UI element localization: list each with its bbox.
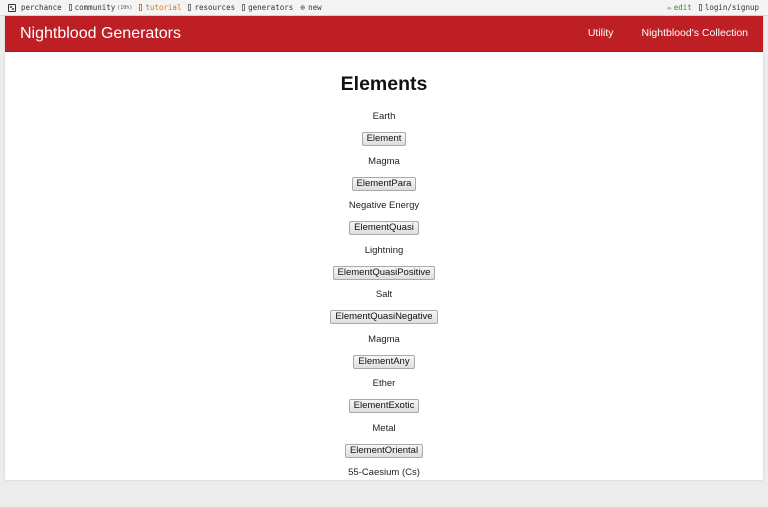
perchance-home-link[interactable]: perchance	[8, 3, 62, 12]
login-signup-link[interactable]: login/signup	[698, 3, 759, 12]
nav-links: Utility Nightblood's Collection	[560, 27, 748, 39]
result-value: Magma	[368, 333, 400, 345]
new-generator-link[interactable]: ⊕ new	[300, 3, 321, 12]
element-para-button[interactable]: ElementPara	[351, 176, 417, 191]
navbar: Nightblood Generators Utility Nightblood…	[5, 16, 763, 52]
element-row: Magma ElementPara	[5, 151, 763, 196]
book-icon	[139, 4, 143, 11]
element-any-button[interactable]: ElementAny	[353, 354, 415, 369]
brand-title[interactable]: Nightblood Generators	[20, 25, 181, 43]
result-value: Metal	[372, 422, 396, 434]
element-quasi-positive-button[interactable]: ElementQuasiPositive	[332, 265, 436, 280]
community-link[interactable]: community (10h)	[68, 3, 133, 12]
chat-icon	[68, 4, 72, 11]
plus-circle-icon: ⊕	[300, 2, 306, 12]
element-oriental-button[interactable]: ElementOriental	[344, 443, 424, 458]
element-row: Lightning ElementQuasiPositive	[5, 240, 763, 285]
element-row: Earth Element	[5, 106, 763, 151]
result-value: Salt	[375, 289, 393, 300]
result-value: Lightning	[364, 244, 404, 256]
element-button[interactable]: Element	[361, 132, 407, 146]
perchance-topbar: perchance community (10h) tutorial resou…	[0, 0, 768, 16]
element-row: Metal ElementOriental	[5, 418, 763, 463]
community-badge: (10h)	[117, 4, 133, 11]
element-exotic-button[interactable]: ElementExotic	[348, 399, 420, 413]
main-content: Elements Earth Element Magma ElementPara…	[5, 52, 763, 507]
element-row: Salt ElementQuasiNegative	[5, 284, 763, 329]
dice-icon	[8, 3, 16, 12]
edit-link[interactable]: ✏ edit	[667, 3, 692, 12]
element-quasi-negative-button[interactable]: ElementQuasiNegative	[330, 310, 438, 324]
element-row: 55-Caesium (Cs)	[5, 462, 763, 507]
tutorial-link[interactable]: tutorial	[139, 3, 181, 12]
resources-link[interactable]: resources	[188, 3, 235, 12]
pencil-icon: ✏	[667, 3, 672, 12]
page-card: Nightblood Generators Utility Nightblood…	[5, 16, 763, 480]
result-value: Ether	[372, 378, 396, 389]
element-quasi-button[interactable]: ElementQuasi	[349, 221, 419, 235]
generators-link[interactable]: generators	[242, 3, 293, 12]
user-icon	[698, 4, 702, 11]
result-value: Negative Energy	[348, 200, 420, 211]
folder-icon	[188, 4, 192, 11]
element-row: Negative Energy ElementQuasi	[5, 195, 763, 240]
element-row: Ether ElementExotic	[5, 373, 763, 418]
list-icon	[242, 4, 246, 11]
element-row: Magma ElementAny	[5, 329, 763, 374]
nav-collection-link[interactable]: Nightblood's Collection	[642, 27, 748, 39]
page-title: Elements	[340, 73, 428, 95]
result-value: Earth	[372, 111, 396, 122]
result-value: Magma	[368, 155, 400, 167]
nav-utility-link[interactable]: Utility	[588, 27, 614, 39]
result-value: 55-Caesium (Cs)	[348, 467, 420, 478]
